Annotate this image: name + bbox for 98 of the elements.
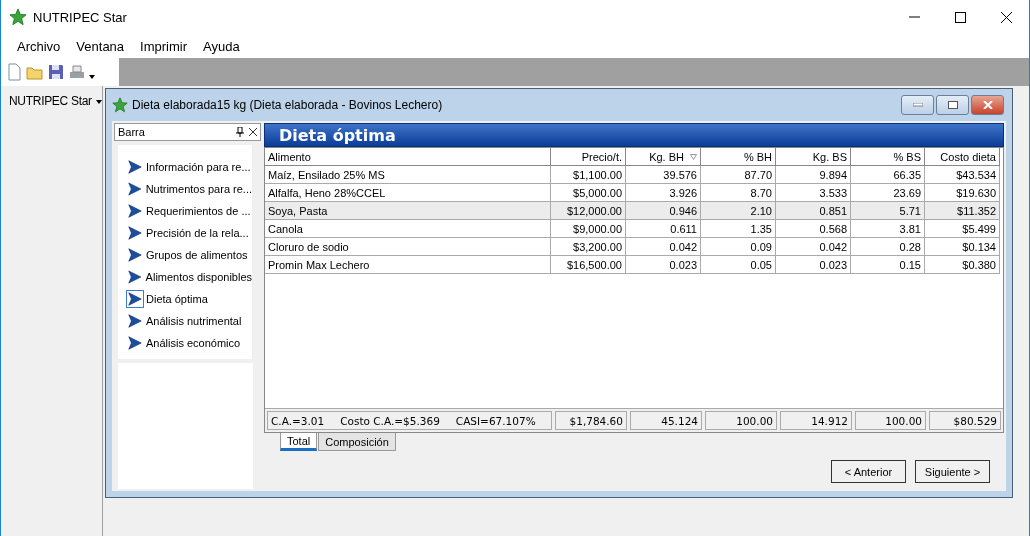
caret-icon[interactable] (95, 100, 102, 104)
table-cell: 9.894 (776, 166, 851, 184)
total-cell: 100.00 (855, 411, 926, 430)
table-cell: Soya, Pasta (265, 202, 551, 220)
table-cell: 39.576 (626, 166, 701, 184)
side-menu[interactable]: NUTRIPEC Star (9, 94, 92, 108)
table-cell: 0.611 (626, 220, 701, 238)
tab[interactable]: Total (280, 433, 318, 451)
nav-item[interactable]: Nutrimentos para re... (145, 183, 252, 195)
table-cell: Cloruro de sodio (265, 238, 551, 256)
table-cell: 3.926 (626, 184, 701, 202)
restore-icon (947, 101, 958, 109)
minimize-button[interactable] (901, 95, 934, 115)
arrow-icon[interactable] (126, 246, 144, 264)
arrow-icon[interactable] (126, 312, 144, 330)
table-cell: 3.81 (851, 220, 925, 238)
table-cell: $1,100.00 (551, 166, 626, 184)
table-cell: 0.28 (851, 238, 925, 256)
next-button[interactable]: Siguiente > (915, 460, 990, 483)
total-cell: 14.912 (780, 411, 852, 430)
close-button[interactable] (971, 95, 1004, 115)
menu-item[interactable]: Ventana (68, 38, 133, 54)
table-cell: $11.352 (925, 202, 1000, 220)
close-icon (982, 101, 993, 109)
table-cell: $5.499 (925, 220, 1000, 238)
table-cell: 0.568 (776, 220, 851, 238)
table-cell: Promin Max Lechero (265, 256, 551, 274)
table-cell: $5,000.00 (551, 184, 626, 202)
table-cell: $12,000.00 (551, 202, 626, 220)
nav-item[interactable]: Requerimientos de ... (146, 205, 251, 217)
nav-item[interactable]: Información para re... (146, 161, 251, 173)
pin-icon[interactable] (236, 127, 244, 137)
child-window-title: Dieta elaborada15 kg (Dieta elaborada - Bovinos Lechero) (132, 98, 443, 112)
table-cell: $0.380 (925, 256, 1000, 274)
table-cell: $0.134 (925, 238, 1000, 256)
table-cell: 0.042 (776, 238, 851, 256)
table-cell: 0.946 (626, 202, 701, 220)
nav-item[interactable]: Grupos de alimentos (146, 249, 248, 261)
minimize-icon (912, 103, 923, 107)
table-cell: Canola (265, 220, 551, 238)
tab[interactable]: Composición (318, 433, 396, 451)
nav-item[interactable]: Precisión de la rela... (146, 227, 249, 239)
minimize-icon[interactable] (908, 16, 920, 18)
menu-item[interactable]: Ayuda (195, 38, 248, 54)
table-cell: $3,200.00 (551, 238, 626, 256)
table-cell: 87.70 (701, 166, 776, 184)
arrow-icon[interactable] (126, 290, 144, 308)
section-title: Dieta óptima (264, 123, 1004, 147)
save-icon[interactable] (47, 63, 65, 81)
arrow-icon[interactable] (126, 158, 144, 176)
star-icon (112, 97, 128, 113)
total-cell: 45.124 (630, 411, 702, 430)
table-cell: 0.05 (701, 256, 776, 274)
arrow-icon[interactable] (126, 268, 144, 286)
table-cell: 5.71 (851, 202, 925, 220)
close-icon[interactable] (1000, 11, 1012, 23)
star-icon (9, 8, 27, 26)
table-cell: 66.35 (851, 166, 925, 184)
table-cell: 0.042 (626, 238, 701, 256)
total-cell: $80.529 (929, 411, 1001, 430)
table-cell: 8.70 (701, 184, 776, 202)
close-icon[interactable] (249, 128, 257, 136)
table-cell: Maíz, Ensilado 25% MS (265, 166, 551, 184)
nav-item[interactable]: Dieta óptima (146, 293, 208, 305)
table-cell: $43.534 (925, 166, 1000, 184)
panel-title: Barra (118, 126, 146, 138)
restore-button[interactable] (936, 95, 969, 115)
table-cell: 0.023 (776, 256, 851, 274)
nav-item[interactable]: Alimentos disponibles (145, 271, 252, 283)
table-cell: 0.851 (776, 202, 851, 220)
table-cell: 0.09 (701, 238, 776, 256)
caret-icon[interactable] (89, 75, 95, 79)
arrow-icon[interactable] (126, 202, 144, 220)
table-cell: 3.533 (776, 184, 851, 202)
table-cell: 0.15 (851, 256, 925, 274)
table-cell: 0.023 (626, 256, 701, 274)
table-cell: 1.35 (701, 220, 776, 238)
nav-item[interactable]: Análisis económico (146, 337, 241, 349)
summary-text: Costo C.A.=$5.369 (340, 414, 440, 427)
arrow-icon[interactable] (126, 224, 144, 242)
arrow-icon[interactable] (126, 180, 144, 198)
maximize-icon[interactable] (954, 11, 966, 23)
table-cell: $16,500.00 (551, 256, 626, 274)
summary-text: CASI=67.107% (455, 414, 536, 427)
window-title: NUTRIPEC Star (33, 9, 127, 25)
menu-item[interactable]: Archivo (9, 38, 69, 54)
table-cell: $19.630 (925, 184, 1000, 202)
nav-item[interactable]: Análisis nutrimental (146, 315, 242, 327)
menu-item[interactable]: Imprimir (132, 38, 195, 54)
table-cell: $9,000.00 (551, 220, 626, 238)
total-cell: $1,784.60 (555, 411, 627, 430)
previous-button[interactable]: < Anterior (831, 460, 906, 483)
table-cell: 2.10 (701, 202, 776, 220)
table-cell: 23.69 (851, 184, 925, 202)
summary-text: C.A.=3.01 (271, 414, 325, 427)
table-cell: Alfalfa, Heno 28%CCEL (265, 184, 551, 202)
total-cell: 100.00 (705, 411, 777, 430)
arrow-icon[interactable] (126, 334, 144, 352)
